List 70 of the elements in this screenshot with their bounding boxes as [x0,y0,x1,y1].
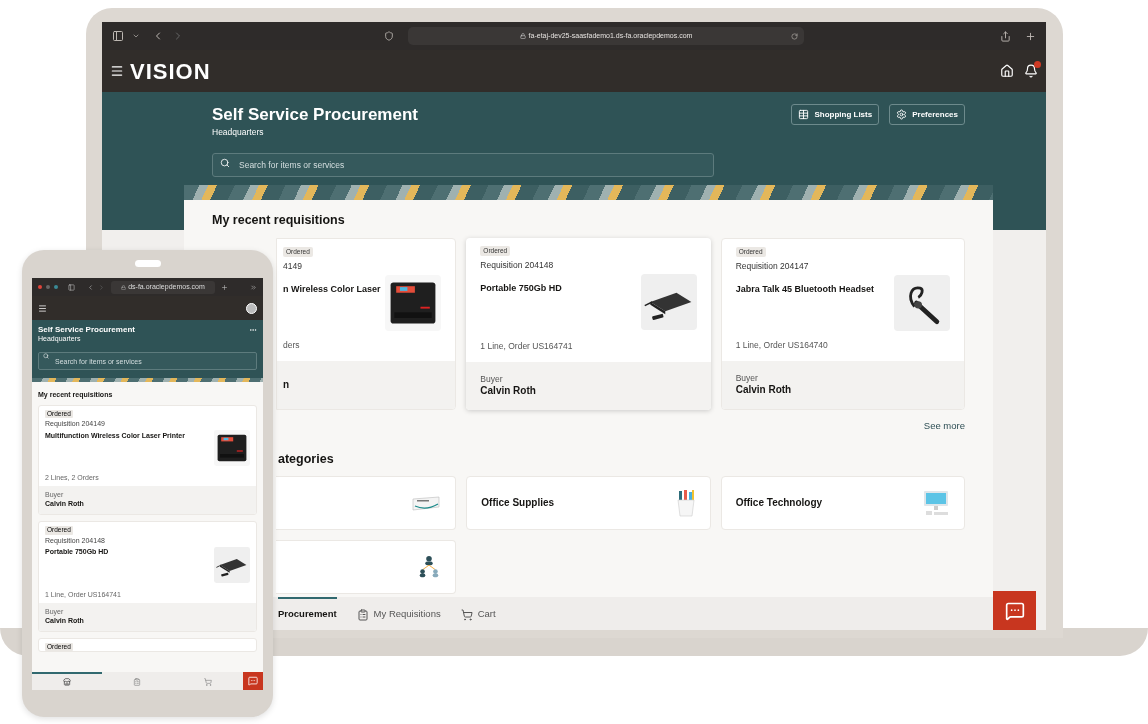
chat-icon [1004,600,1025,621]
nav-tab[interactable]: Procurement [278,597,337,630]
toolbar-button[interactable]: Preferences [889,104,965,125]
menu-icon[interactable] [38,303,47,313]
speaker-slot [134,260,161,267]
item-title: n Wireless Color Laser [283,283,382,296]
chat-icon [248,676,258,686]
more-icon[interactable] [249,326,257,334]
reload-icon[interactable] [791,32,798,40]
buyer-name: n [283,378,291,391]
avatar-icon[interactable] [246,302,257,314]
shield-icon[interactable] [384,31,394,41]
clipboard-icon [133,678,142,686]
section-heading: ategories [277,451,335,468]
order-summary: ders [283,339,301,352]
computer-drawing [922,488,950,517]
toolbar-button[interactable]: Shopping Lists [791,104,880,125]
buyer-name: Calvin Roth [480,384,537,398]
see-more-link[interactable]: See more [923,418,965,433]
buyer-label: Buyer [735,373,759,384]
cart-icon [203,678,212,686]
nav-tab[interactable]: My Requisitions [356,597,441,630]
hard-drive-drawing [214,546,250,583]
home-icon[interactable] [1000,64,1014,78]
order-summary: 1 Line, Order US164741 [480,340,574,353]
sidebar-icon[interactable] [68,283,75,291]
pencil-cup-drawing [675,488,696,517]
back-icon[interactable] [87,283,94,291]
printer-drawing [214,430,250,466]
order-summary: 1 Line, Order US164740 [735,339,829,352]
settings-icon [896,109,908,120]
category-card[interactable]: Office Technology [720,475,965,530]
share-icon[interactable] [1000,30,1011,42]
requisition-number: Requisition 204147 [735,260,810,273]
search-icon [220,158,230,168]
buyer-label: Buyer [480,374,504,385]
clipboard-icon [356,608,369,621]
cart-icon [460,608,473,621]
chat-button[interactable] [243,672,263,690]
requisition-number: Requisition 204148 [480,259,555,272]
notifications-icon[interactable] [1024,64,1038,78]
page-title: Self Service Procurement [38,325,135,335]
section-heading: My recent requisitions [212,212,346,229]
printer-drawing [385,275,442,332]
lock-icon [121,284,127,290]
hard-drive-drawing [640,274,697,331]
category-label: Office Supplies [481,496,555,511]
category-card[interactable]: Office Supplies [466,475,711,530]
search-icon [43,352,49,359]
menu-icon[interactable] [110,64,124,78]
item-title: Jabra Talk 45 Bluetooth Headset [735,283,876,296]
more-tabs-icon[interactable] [250,283,257,291]
new-tab-icon[interactable] [1025,30,1036,42]
headset-drawing [894,275,950,332]
page-title: Self Service Procurement [212,104,419,126]
table-icon [798,109,810,120]
vision-logo[interactable]: VISION [130,54,211,88]
sidebar-icon[interactable] [112,30,124,42]
new-tab-icon[interactable] [221,283,228,291]
lock-icon [519,33,526,39]
requisition-number: 4149 [283,260,303,273]
search-field[interactable]: Search for items or services [212,153,714,177]
item-title: Portable 750Gb HD [480,282,563,295]
page-subtitle: Headquarters [212,126,265,139]
buyer-name: Calvin Roth [735,383,793,397]
chat-button[interactable] [993,591,1036,630]
storefront-icon [63,678,72,686]
category-label: Office Technology [735,496,823,511]
chevron-down-icon[interactable] [132,32,140,40]
nav-tab[interactable]: Cart [460,597,496,630]
